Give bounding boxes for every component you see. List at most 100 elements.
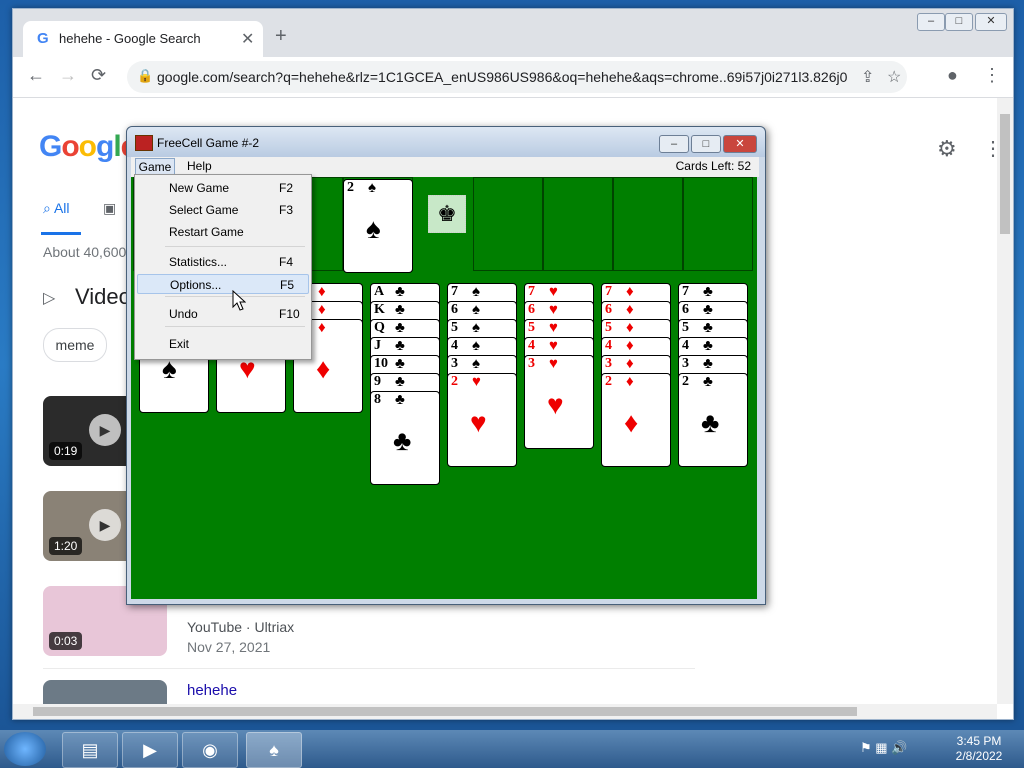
card-suit-icon: ♣ (395, 338, 408, 354)
tray-icons[interactable]: ⚑ ▦ 🔊 (860, 740, 907, 756)
url-text[interactable]: google.com/search?q=hehehe&rlz=1C1GCEA_e… (157, 69, 847, 85)
playing-card[interactable]: 8 ♣ ♣ (370, 391, 440, 485)
card-suit-icon: ♦ (318, 320, 329, 336)
foundation-slot[interactable] (683, 177, 753, 271)
card-rank: 4 (605, 338, 612, 353)
playing-card[interactable]: 2 ♣ ♣ (678, 373, 748, 467)
video-title-link[interactable]: hehehe (187, 682, 237, 699)
card-suit-icon: ♥ (549, 320, 561, 336)
minimize-button[interactable]: – (917, 13, 945, 31)
card-rank: 5 (528, 320, 535, 335)
freecell-taskbar-icon[interactable]: ♠ (246, 732, 302, 768)
card-suit-icon: ♣ (703, 320, 716, 336)
card-suit-icon: ♣ (703, 374, 716, 390)
back-icon[interactable]: ← (27, 65, 45, 86)
menu-item-exit[interactable]: Exit (137, 334, 309, 354)
scrollbar-thumb[interactable] (1000, 114, 1010, 234)
playing-card[interactable]: 2 ♦ ♦ (601, 373, 671, 467)
card-rank: 7 (451, 284, 458, 299)
card-suit-icon: ♣ (395, 284, 408, 300)
card-suit-icon: ♣ (703, 302, 716, 318)
videos-heading: Video (75, 284, 131, 309)
settings-gear-icon[interactable]: ⚙ (937, 136, 957, 162)
card-suit-icon: ♦ (626, 320, 637, 336)
new-tab-button[interactable]: + (275, 25, 287, 48)
tab-title: hehehe - Google Search (59, 31, 201, 46)
card-suit-icon: ♠ (368, 180, 379, 196)
browser-toolbar: ← → ⟳ 🔒 google.com/search?q=hehehe&rlz=1… (13, 57, 1013, 98)
card-center-suit-icon: ♣ (701, 408, 720, 439)
minimize-button[interactable]: – (659, 135, 689, 153)
freecell-titlebar[interactable]: FreeCell Game #-2 – □ ✕ (127, 127, 765, 157)
profile-icon[interactable]: ● (947, 65, 958, 86)
card-rank: 3 (682, 356, 689, 371)
google-logo[interactable]: Google (39, 130, 137, 164)
browser-tab[interactable]: G hehehe - Google Search ✕ (23, 21, 263, 57)
card-rank: J (374, 338, 381, 353)
card-suit-icon: ♠ (472, 284, 483, 300)
images-tab-icon[interactable]: ▣ (103, 200, 116, 217)
close-tab-icon[interactable]: ✕ (241, 29, 254, 49)
card-suit-icon: ♥ (549, 338, 561, 354)
card-suit-icon: ♥ (549, 284, 561, 300)
tab-all[interactable]: ⌕ All (43, 200, 70, 217)
card-rank: 2 (451, 374, 458, 389)
bookmark-star-icon[interactable]: ☆ (887, 67, 901, 87)
video-duration: 1:20 (49, 537, 83, 555)
menu-item-label: Select Game (169, 203, 239, 217)
card-suit-icon: ♣ (703, 284, 716, 300)
card-suit-icon: ♣ (703, 356, 716, 372)
address-bar[interactable]: 🔒 google.com/search?q=hehehe&rlz=1C1GCEA… (127, 61, 907, 93)
card-suit-icon: ♣ (395, 356, 408, 372)
playing-card[interactable]: 2 ♠ ♠ (343, 179, 413, 273)
media-player-taskbar-icon[interactable]: ▶ (122, 732, 178, 768)
scrollbar-thumb[interactable] (33, 707, 857, 716)
card-suit-icon: ♥ (472, 374, 484, 390)
menu-item-new-game[interactable]: New Game F2 (137, 178, 309, 198)
vertical-scrollbar[interactable] (997, 98, 1013, 704)
menu-help[interactable]: Help (187, 159, 212, 173)
card-rank: 7 (682, 284, 689, 299)
menu-item-select-game[interactable]: Select Game F3 (137, 200, 309, 220)
horizontal-scrollbar[interactable] (13, 704, 997, 719)
reload-icon[interactable]: ⟳ (91, 65, 106, 86)
foundation-slot[interactable] (473, 177, 543, 271)
menu-item-undo[interactable]: Undo F10 (137, 304, 309, 324)
video-section-icon: ▷ (43, 290, 56, 307)
foundation-slot[interactable] (543, 177, 613, 271)
foundation-slot[interactable] (613, 177, 683, 271)
maximize-button[interactable]: □ (945, 13, 973, 31)
play-icon: ▶ (89, 509, 121, 541)
explorer-taskbar-icon[interactable]: ▤ (62, 732, 118, 768)
card-rank: 8 (374, 392, 381, 407)
card-suit-icon: ♣ (703, 338, 716, 354)
apps-menu-icon[interactable]: ⋮ (983, 136, 997, 161)
clock[interactable]: 3:45 PM 2/8/2022 (944, 734, 1014, 764)
video-thumbnail[interactable] (43, 680, 167, 704)
menu-item-label: Options... (170, 278, 222, 292)
close-window-button[interactable]: ✕ (975, 13, 1007, 31)
start-button[interactable] (4, 732, 46, 766)
playing-card[interactable]: 3 ♥ ♥ (524, 355, 594, 449)
filter-chip-meme[interactable]: meme (43, 328, 107, 362)
menu-item-restart-game[interactable]: Restart Game (137, 222, 309, 242)
close-button[interactable]: ✕ (723, 135, 757, 153)
playing-card[interactable]: 2 ♥ ♥ (447, 373, 517, 467)
lock-icon[interactable]: 🔒 (137, 68, 153, 84)
card-suit-icon: ♦ (626, 338, 637, 354)
tab-strip: G hehehe - Google Search ✕ + – □ ✕ (13, 9, 1013, 57)
chrome-taskbar-icon[interactable]: ◉ (182, 732, 238, 768)
card-center-suit-icon: ♣ (393, 426, 412, 457)
freecell-app-icon (135, 135, 153, 151)
card-rank: 2 (605, 374, 612, 389)
menu-item-statistics[interactable]: Statistics... F4 (137, 252, 309, 272)
menu-item-shortcut: F5 (280, 278, 295, 292)
forward-icon[interactable]: → (59, 65, 77, 86)
maximize-button[interactable]: □ (691, 135, 721, 153)
play-icon: ▶ (89, 414, 121, 446)
card-rank: 5 (605, 320, 612, 335)
card-rank: 2 (682, 374, 689, 389)
share-icon[interactable]: ⇪ (861, 67, 874, 87)
chrome-menu-icon[interactable]: ⋮ (983, 65, 1001, 86)
menu-item-options[interactable]: Options... F5 (137, 274, 309, 294)
